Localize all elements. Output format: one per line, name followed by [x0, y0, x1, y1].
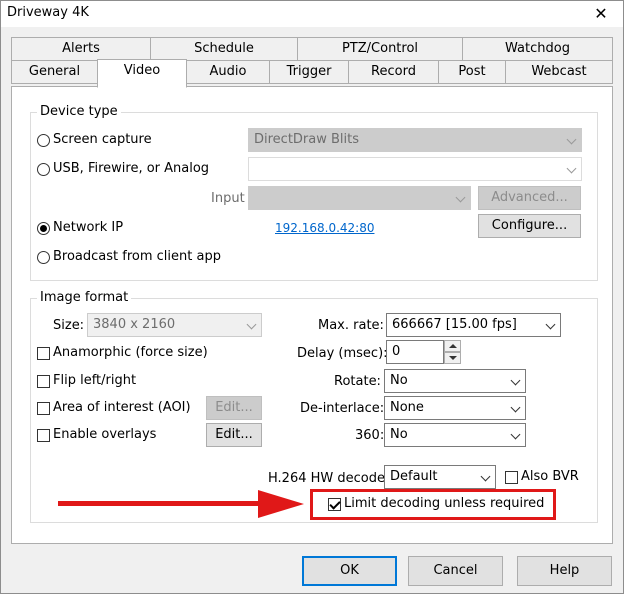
360-combo[interactable]: No — [384, 423, 526, 447]
limit-decoding-checkbox[interactable] — [328, 498, 341, 511]
360-label: 360: — [355, 428, 385, 443]
usb-label: USB, Firewire, or Analog — [53, 161, 210, 176]
h264-label: H.264 HW decode: — [268, 471, 390, 486]
tab-watchdog[interactable]: Watchdog — [462, 37, 613, 61]
tab-strip: Alerts Schedule PTZ/Control Watchdog Gen… — [11, 37, 613, 88]
configure-button[interactable]: Configure... — [478, 214, 581, 238]
tab-schedule[interactable]: Schedule — [150, 37, 298, 61]
anamorphic-label: Anamorphic (force size) — [53, 345, 208, 360]
delay-spinner[interactable] — [444, 340, 461, 364]
overlays-checkbox[interactable] — [37, 429, 50, 442]
rotate-value: No — [390, 373, 408, 388]
delay-label: Delay (msec): — [297, 346, 388, 361]
also-bvr-checkbox[interactable] — [505, 471, 518, 484]
network-ip-radio[interactable] — [37, 222, 50, 235]
h264-value: Default — [390, 469, 438, 484]
close-icon[interactable]: ✕ — [579, 1, 623, 27]
screen-capture-radio[interactable] — [37, 134, 50, 147]
chevron-down-icon — [566, 163, 577, 174]
rotate-label: Rotate: — [334, 374, 381, 389]
h264-combo[interactable]: Default — [384, 465, 496, 489]
aoi-checkbox[interactable] — [37, 402, 50, 415]
overlays-label: Enable overlays — [53, 427, 157, 442]
chevron-down-icon — [545, 319, 556, 330]
input-combo — [248, 186, 471, 210]
help-button[interactable]: Help — [517, 556, 612, 586]
image-format-label: Image format — [37, 290, 132, 305]
limit-decoding-label: Limit decoding unless required — [344, 496, 545, 511]
chevron-down-icon — [455, 192, 466, 203]
screen-capture-combo: DirectDraw Blits — [248, 128, 582, 152]
screen-capture-label: Screen capture — [53, 132, 152, 147]
chevron-down-icon — [480, 471, 491, 482]
deinterlace-label: De-interlace: — [300, 401, 385, 416]
aoi-label: Area of interest (AOI) — [53, 400, 191, 415]
tab-record[interactable]: Record — [348, 60, 439, 84]
tab-webcast[interactable]: Webcast — [505, 60, 613, 84]
rotate-combo[interactable]: No — [384, 369, 526, 393]
advanced-button: Advanced... — [478, 186, 581, 210]
ok-button[interactable]: OK — [302, 556, 397, 586]
chevron-down-icon — [566, 134, 577, 145]
tab-video[interactable]: Video — [97, 59, 187, 88]
device-type-label: Device type — [37, 104, 121, 119]
title-bar: Driveway 4K ✕ — [1, 1, 623, 27]
red-arrow-icon — [58, 490, 304, 518]
also-bvr-label: Also BVR — [521, 469, 579, 484]
size-label: Size: — [53, 318, 85, 333]
usb-device-combo[interactable] — [248, 157, 582, 181]
tab-audio[interactable]: Audio — [186, 60, 270, 84]
flip-checkbox[interactable] — [37, 375, 50, 388]
input-label: Input — [211, 191, 245, 206]
tab-trigger[interactable]: Trigger — [269, 60, 349, 84]
size-combo: 3840 x 2160 — [87, 313, 262, 337]
spin-down-icon[interactable] — [444, 352, 461, 364]
usb-radio[interactable] — [37, 163, 50, 176]
360-value: No — [390, 427, 408, 442]
network-ip-link[interactable]: 192.168.0.42:80 — [275, 221, 374, 235]
chevron-down-icon — [510, 402, 521, 413]
cancel-button[interactable]: Cancel — [408, 556, 503, 586]
anamorphic-checkbox[interactable] — [37, 347, 50, 360]
max-rate-combo[interactable]: 666667 [15.00 fps] — [386, 313, 561, 337]
tab-general[interactable]: General — [11, 60, 98, 84]
flip-label: Flip left/right — [53, 373, 137, 388]
dialog-window: Driveway 4K ✕ Alerts Schedule PTZ/Contro… — [0, 0, 624, 594]
max-rate-value: 666667 [15.00 fps] — [392, 317, 517, 332]
deinterlace-value: None — [390, 400, 424, 415]
chevron-down-icon — [246, 319, 257, 330]
size-value: 3840 x 2160 — [93, 317, 176, 332]
broadcast-radio[interactable] — [37, 251, 50, 264]
chevron-down-icon — [510, 375, 521, 386]
deinterlace-combo[interactable]: None — [384, 396, 526, 420]
tab-post[interactable]: Post — [438, 60, 506, 84]
screen-capture-value: DirectDraw Blits — [254, 132, 360, 147]
delay-input[interactable]: 0 — [386, 340, 444, 364]
max-rate-label: Max. rate: — [318, 318, 384, 333]
spin-up-icon[interactable] — [444, 340, 461, 352]
chevron-down-icon — [510, 429, 521, 440]
video-tab-page: Device type Screen capture DirectDraw Bl… — [11, 86, 613, 544]
tab-alerts[interactable]: Alerts — [11, 37, 151, 61]
aoi-edit-button: Edit... — [206, 396, 262, 420]
window-title: Driveway 4K — [7, 5, 89, 20]
overlays-edit-button[interactable]: Edit... — [206, 423, 262, 447]
network-ip-label: Network IP — [53, 220, 124, 235]
broadcast-label: Broadcast from client app — [53, 249, 221, 264]
tab-ptz-control[interactable]: PTZ/Control — [297, 37, 463, 61]
delay-value: 0 — [392, 344, 401, 359]
